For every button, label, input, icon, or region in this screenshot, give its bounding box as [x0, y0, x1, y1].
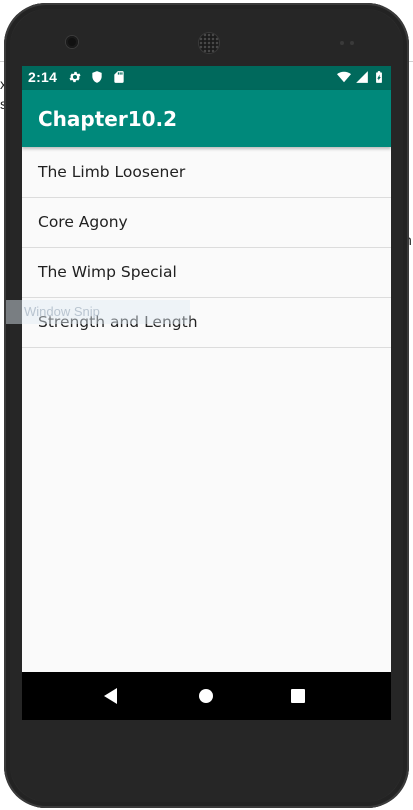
navigation-bar	[22, 672, 391, 720]
list-item[interactable]: Core Agony	[22, 198, 391, 248]
sd-card-icon	[114, 71, 124, 83]
signal-icon	[356, 71, 368, 83]
gear-icon	[69, 71, 81, 83]
front-camera	[66, 36, 78, 48]
window-snip-tooltip: Window Snip	[6, 300, 190, 324]
list-item-label: The Limb Loosener	[38, 163, 186, 181]
earpiece-speaker	[199, 33, 219, 53]
list-item-label: Core Agony	[38, 213, 128, 231]
recents-icon[interactable]	[286, 684, 310, 708]
app-title: Chapter10.2	[38, 107, 178, 131]
device-screen: 2:14 Chapter10.2 The Limb Loosener Core …	[22, 66, 391, 720]
wifi-icon	[337, 71, 351, 83]
status-bar: 2:14	[22, 66, 391, 90]
battery-icon	[376, 71, 382, 83]
list-item[interactable]: The Limb Loosener	[22, 148, 391, 198]
light-sensor	[350, 41, 354, 45]
proximity-sensor	[340, 41, 344, 45]
list-item[interactable]: The Wimp Special	[22, 248, 391, 298]
home-icon[interactable]	[194, 684, 218, 708]
status-time: 2:14	[28, 69, 58, 85]
back-icon[interactable]	[100, 684, 124, 708]
list-item-label: The Wimp Special	[38, 263, 177, 281]
shield-icon	[92, 71, 102, 83]
app-bar: Chapter10.2	[22, 90, 391, 147]
